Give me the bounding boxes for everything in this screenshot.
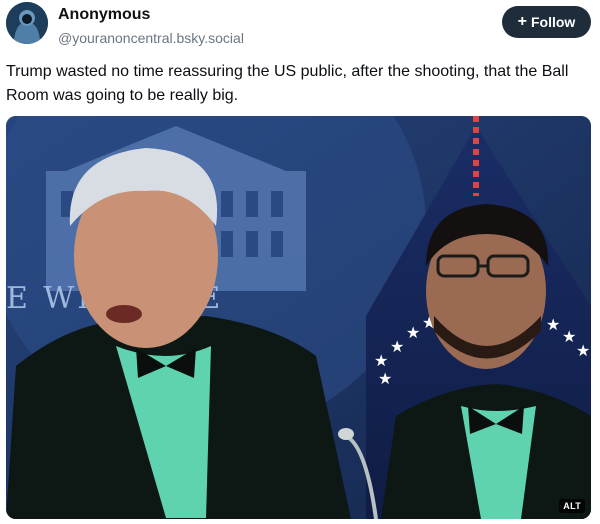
follow-button[interactable]: + Follow (502, 6, 591, 38)
svg-text:★: ★ (374, 351, 388, 370)
post-text: Trump wasted no time reassuring the US p… (6, 63, 569, 104)
svg-text:★: ★ (576, 341, 590, 360)
hooded-figure-icon (6, 2, 48, 44)
svg-text:★: ★ (406, 323, 420, 342)
svg-text:★: ★ (562, 327, 576, 346)
follow-label: Follow (531, 14, 576, 30)
svg-text:★: ★ (546, 315, 560, 334)
user-handle[interactable]: @youranoncentral.bsky.social (58, 29, 244, 47)
avatar[interactable] (6, 2, 48, 44)
post-card: Anonymous @youranoncentral.bsky.social +… (0, 0, 600, 524)
svg-text:★: ★ (378, 369, 392, 388)
post-image[interactable]: E WH OUSE ★★★ ★★★ ★★ (6, 116, 591, 519)
plus-icon: + (517, 13, 527, 30)
display-name[interactable]: Anonymous (58, 6, 244, 24)
alt-text-badge[interactable]: ALT (559, 499, 585, 513)
press-room-photo: E WH OUSE ★★★ ★★★ ★★ (6, 116, 591, 519)
svg-text:★: ★ (390, 337, 404, 356)
author-block: Anonymous @youranoncentral.bsky.social (58, 6, 244, 47)
